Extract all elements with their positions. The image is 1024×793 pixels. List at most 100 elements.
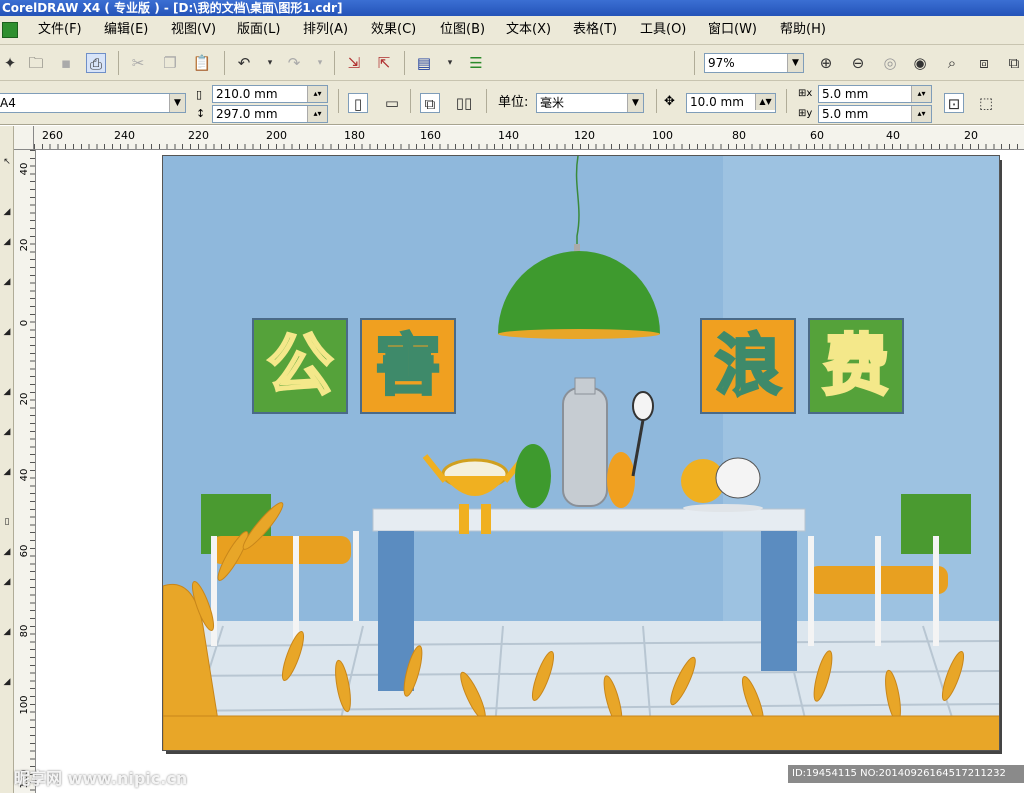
current-page-icon[interactable]: ▯▯	[454, 93, 474, 113]
spin-arrows-icon[interactable]: ▴▾	[307, 86, 327, 102]
height-icon: ↕	[196, 107, 206, 120]
paper-size-select[interactable]: A4 ▼	[0, 93, 186, 113]
ruler-tick-label: 20	[964, 129, 978, 142]
zoom-tool-icon[interactable]: ◢	[1, 276, 13, 288]
menu-help[interactable]: 帮助(H)	[780, 22, 826, 38]
save-icon[interactable]: ▪	[56, 53, 76, 73]
paste-icon[interactable]: 📋	[192, 53, 212, 73]
width-icon: ▯	[196, 88, 203, 101]
ruler-tick-label: 140	[498, 129, 519, 142]
outline-tool-icon[interactable]: ◢	[1, 626, 13, 638]
ruler-tick-label: 200	[266, 129, 287, 142]
menu-file[interactable]: 文件(F)	[38, 22, 82, 38]
menu-arrange[interactable]: 排列(A)	[303, 22, 348, 38]
menu-tools[interactable]: 工具(O)	[640, 22, 686, 38]
ruler-tick-label: 80	[19, 624, 30, 638]
duplicate-distance-x-value: 5.0 mm	[822, 87, 869, 101]
chevron-down-icon[interactable]: ▼	[787, 54, 803, 72]
menu-view[interactable]: 视图(V)	[171, 22, 216, 38]
unit-value: 毫米	[540, 96, 565, 110]
artwork-page[interactable]: 公 害 浪 费	[162, 155, 1000, 751]
freehand-tool-icon[interactable]: ◢	[1, 326, 13, 338]
zoom-level-value: 97%	[708, 56, 735, 70]
duplicate-distance-y-field[interactable]: 5.0 mm ▴▾	[818, 105, 932, 123]
frame-character: 害	[374, 326, 443, 406]
duplicate-y-icon: ⊞y	[798, 108, 813, 119]
zoom-page-width-icon[interactable]: ⧈	[974, 53, 994, 73]
open-icon[interactable]: 🗀	[26, 53, 46, 73]
artwork-illustration	[163, 156, 999, 750]
chevron-down-icon[interactable]: ▼	[169, 94, 185, 112]
redo-dropdown-icon[interactable]: ▾	[310, 53, 330, 73]
ruler-tick-label: 160	[420, 129, 441, 142]
ruler-tick-label: 180	[344, 129, 365, 142]
zoom-page-icon[interactable]: ⌕	[942, 53, 962, 73]
pick-tool-icon[interactable]: ↖	[1, 156, 13, 168]
landscape-icon[interactable]: ▭	[382, 93, 402, 113]
spin-arrows-icon[interactable]: ▴▾	[307, 106, 327, 122]
frame-character: 公	[266, 326, 335, 406]
undo-icon[interactable]: ↶	[234, 53, 254, 73]
undo-dropdown-icon[interactable]: ▾	[260, 53, 280, 73]
page-height-field[interactable]: 297.0 mm ▴▾	[212, 105, 328, 123]
zoom-all-objects-icon[interactable]: ◉	[910, 53, 930, 73]
ruler-origin[interactable]	[14, 126, 34, 150]
menu-bitmaps[interactable]: 位图(B)	[440, 22, 485, 38]
duplicate-distance-x-field[interactable]: 5.0 mm ▴▾	[818, 85, 932, 103]
unit-select[interactable]: 毫米 ▼	[536, 93, 644, 113]
zoom-page-height-icon[interactable]: ⧉	[1004, 53, 1024, 73]
redo-icon[interactable]: ↷	[284, 53, 304, 73]
spin-arrows-icon[interactable]: ▲▼	[755, 94, 775, 110]
chevron-down-icon[interactable]: ▼	[627, 94, 643, 112]
zoom-level-select[interactable]: 97% ▼	[704, 53, 804, 73]
menu-text[interactable]: 文本(X)	[506, 22, 551, 38]
fill-tool-icon[interactable]: ◢	[1, 676, 13, 688]
spin-arrows-icon[interactable]: ▴▾	[911, 86, 931, 102]
nudge-distance-value: 10.0 mm	[690, 95, 744, 109]
welcome-screen-icon[interactable]: ☰	[466, 53, 486, 73]
property-bar: A4 ▼ ▯ 210.0 mm ▴▾ ↕ 297.0 mm ▴▾ ▯ ▭ ⧉ ▯…	[0, 81, 1024, 125]
application-launcher-icon[interactable]: ▤	[414, 53, 434, 73]
horizontal-ruler[interactable]: 260 240 220 200 180 160 140 120 100 80 6…	[34, 126, 1024, 150]
polygon-tool-icon[interactable]: ◢	[1, 466, 13, 478]
menu-effects[interactable]: 效果(C)	[371, 22, 416, 38]
print-icon[interactable]: ⎙	[86, 53, 106, 73]
snap-objects-icon[interactable]: ⬚	[976, 93, 996, 113]
ruler-tick-label: 40	[886, 129, 900, 142]
ruler-tick-label: 60	[810, 129, 824, 142]
export-icon[interactable]: ⇱	[374, 53, 394, 73]
vertical-ruler[interactable]: 40 20 0 20 40 60 80 100 120	[14, 150, 36, 793]
ruler-tick-label: 100	[652, 129, 673, 142]
zoom-in-icon[interactable]: ⊕	[816, 53, 836, 73]
menu-window[interactable]: 窗口(W)	[708, 22, 757, 38]
page-width-field[interactable]: 210.0 mm ▴▾	[212, 85, 328, 103]
treat-as-filled-icon[interactable]: ⊡	[944, 93, 964, 113]
all-pages-icon[interactable]: ⧉	[420, 93, 440, 113]
ruler-tick-label: 40	[19, 468, 30, 482]
launcher-dropdown-icon[interactable]: ▾	[440, 53, 460, 73]
ruler-tick-label: 0	[19, 319, 30, 327]
menu-edit[interactable]: 编辑(E)	[104, 22, 148, 38]
crop-tool-icon[interactable]: ◢	[1, 236, 13, 248]
import-icon[interactable]: ⇲	[344, 53, 364, 73]
nudge-distance-field[interactable]: 10.0 mm ▲▼	[686, 93, 776, 113]
new-document-icon[interactable]: ✦	[0, 53, 20, 73]
menu-table[interactable]: 表格(T)	[573, 22, 617, 38]
rectangle-tool-icon[interactable]: ◢	[1, 386, 13, 398]
text-tool-icon[interactable]: ▯	[1, 516, 13, 528]
zoom-out-icon[interactable]: ⊖	[848, 53, 868, 73]
spin-arrows-icon[interactable]: ▴▾	[911, 106, 931, 122]
shape-tool-icon[interactable]: ◢	[1, 206, 13, 218]
portrait-icon[interactable]: ▯	[348, 93, 368, 113]
eyedropper-tool-icon[interactable]: ◢	[1, 576, 13, 588]
ellipse-tool-icon[interactable]: ◢	[1, 426, 13, 438]
page-height-value: 297.0 mm	[216, 107, 278, 121]
interactive-tool-icon[interactable]: ◢	[1, 546, 13, 558]
copy-icon[interactable]: ❐	[160, 53, 180, 73]
ruler-tick-label: 240	[114, 129, 135, 142]
page-width-value: 210.0 mm	[216, 87, 278, 101]
app-icon[interactable]	[2, 22, 18, 38]
zoom-selected-icon[interactable]: ◎	[880, 53, 900, 73]
cut-icon[interactable]: ✂	[128, 53, 148, 73]
menu-layout[interactable]: 版面(L)	[237, 22, 280, 38]
